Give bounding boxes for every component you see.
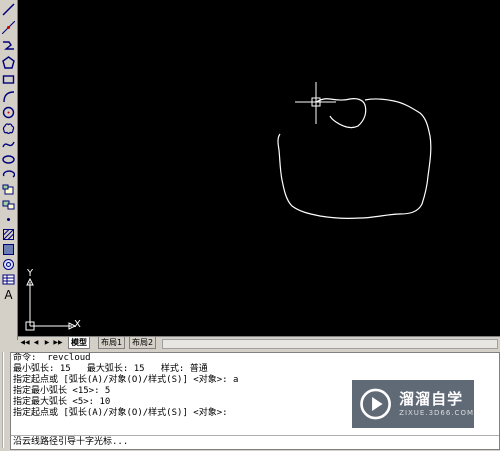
revision-cloud-icon[interactable] — [1, 121, 16, 136]
ellipse-icon[interactable] — [1, 152, 16, 167]
watermark-title: 溜溜自学 — [399, 390, 464, 408]
prev-tab-icon[interactable]: ◀ — [31, 338, 41, 348]
horizontal-scrollbar[interactable] — [162, 339, 498, 349]
hatch-icon[interactable] — [1, 227, 16, 242]
watermark-logo-icon — [360, 388, 391, 420]
tab-model[interactable]: 模型 — [68, 337, 90, 349]
tab-layout2[interactable]: 布局2 — [129, 337, 157, 349]
command-input-prompt[interactable]: 沿云线路径引导十字光标... — [11, 435, 499, 448]
line-icon[interactable] — [1, 2, 16, 17]
last-tab-icon[interactable]: ▶▶ — [53, 338, 63, 348]
drawing-canvas[interactable]: Y X — [18, 0, 500, 336]
command-history-line: 最小弧长: 15 最大弧长: 15 样式: 普通 — [13, 364, 208, 374]
point-icon[interactable] — [1, 212, 16, 227]
gradient-icon[interactable] — [1, 242, 16, 257]
first-tab-icon[interactable]: ◀◀ — [20, 338, 30, 348]
watermark: 溜溜自学 ZIXUE.3D66.COM — [352, 380, 474, 428]
construction-line-icon[interactable] — [1, 20, 16, 35]
table-icon[interactable] — [1, 272, 16, 287]
layout-tab-strip: ◀◀ ◀ ▶ ▶▶ 模型 布局1 布局2 — [18, 336, 500, 349]
spline-icon[interactable] — [1, 137, 16, 152]
ellipse-arc-icon[interactable] — [1, 167, 16, 182]
watermark-subtitle: ZIXUE.3D66.COM — [399, 409, 474, 417]
next-tab-icon[interactable]: ▶ — [42, 338, 52, 348]
tab-layout1[interactable]: 布局1 — [98, 337, 126, 349]
region-icon[interactable] — [1, 257, 16, 272]
ucs-icon — [25, 277, 77, 331]
polyline-icon[interactable] — [1, 38, 16, 53]
arc-icon[interactable] — [1, 89, 16, 104]
command-window-grip[interactable] — [2, 352, 10, 448]
ucs-y-label: Y — [27, 268, 34, 279]
polygon-icon[interactable] — [1, 55, 16, 70]
command-history-line: 命令: revcloud — [13, 353, 91, 363]
ucs-x-label: X — [74, 319, 81, 330]
insert-block-icon[interactable] — [1, 182, 16, 197]
rectangle-icon[interactable] — [1, 72, 16, 87]
draw-toolbar: A — [0, 0, 18, 340]
circle-icon[interactable] — [1, 105, 16, 120]
revision-cloud — [277, 98, 432, 219]
crosshair-cursor — [295, 82, 336, 124]
multiline-text-icon[interactable]: A — [1, 287, 16, 302]
make-block-icon[interactable] — [1, 197, 16, 212]
